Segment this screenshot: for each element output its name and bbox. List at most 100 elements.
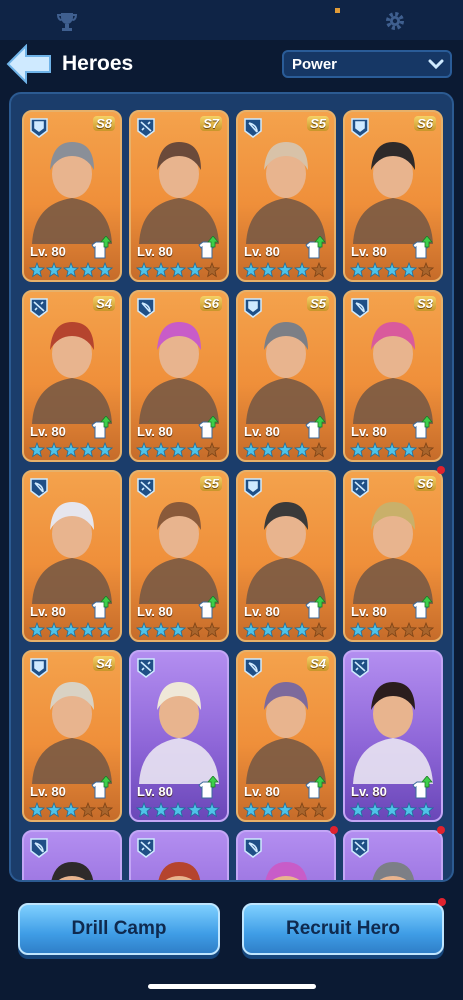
equipment-upgrade-icon[interactable] — [302, 416, 326, 440]
equipment-upgrade-icon[interactable] — [88, 776, 112, 800]
drill-camp-button[interactable]: Drill Camp — [18, 903, 220, 955]
sword-class-icon — [137, 118, 155, 138]
hero-grade-badge: S7 — [200, 116, 222, 131]
star-filled-icon — [384, 802, 400, 818]
hero-card[interactable]: S3 Lv. 80 — [343, 290, 443, 462]
star-filled-icon — [243, 622, 259, 638]
trophy-icon[interactable] — [56, 10, 78, 32]
hero-notification-dot — [437, 466, 445, 474]
equipment-upgrade-icon[interactable] — [302, 776, 326, 800]
star-filled-icon — [46, 442, 62, 458]
gear-icon[interactable] — [384, 10, 406, 32]
hero-card[interactable]: S4 Lv. 80 — [22, 650, 122, 822]
equipment-upgrade-icon[interactable] — [409, 596, 433, 620]
sword-class-icon — [137, 478, 155, 498]
hero-card[interactable]: S4 Lv. 80 — [236, 650, 336, 822]
star-filled-icon — [46, 622, 62, 638]
hero-card[interactable]: Lv. 80 — [236, 470, 336, 642]
star-filled-icon — [260, 262, 276, 278]
bow-class-icon — [244, 838, 262, 858]
hero-card[interactable]: S6 Lv. 80 — [129, 290, 229, 462]
star-filled-icon — [350, 442, 366, 458]
hero-card[interactable]: S8 Lv. 80 — [22, 110, 122, 282]
star-filled-icon — [46, 262, 62, 278]
sword-class-icon — [137, 838, 155, 858]
equipment-upgrade-icon[interactable] — [302, 236, 326, 260]
equipment-upgrade-icon[interactable] — [195, 416, 219, 440]
star-empty-icon — [311, 622, 327, 638]
hero-card[interactable]: S5 Lv. 80 — [236, 110, 336, 282]
star-filled-icon — [277, 622, 293, 638]
star-rating — [29, 802, 117, 818]
star-filled-icon — [367, 622, 383, 638]
star-filled-icon — [187, 442, 203, 458]
bow-class-icon — [30, 478, 48, 498]
shield-class-icon — [30, 658, 48, 678]
star-empty-icon — [80, 802, 96, 818]
hero-card[interactable]: S6 Lv. 80 — [343, 110, 443, 282]
star-rating — [136, 442, 224, 458]
hero-card[interactable] — [129, 830, 229, 880]
star-filled-icon — [384, 262, 400, 278]
equipment-upgrade-icon[interactable] — [88, 416, 112, 440]
sword-class-icon — [351, 658, 369, 678]
hero-grade-badge: S4 — [93, 656, 115, 671]
star-filled-icon — [367, 262, 383, 278]
hero-level: Lv. 80 — [30, 784, 66, 799]
hero-card[interactable] — [22, 830, 122, 880]
hero-grade-badge: S6 — [414, 476, 436, 491]
equipment-upgrade-icon[interactable] — [409, 776, 433, 800]
hero-level: Lv. 80 — [244, 784, 280, 799]
sword-class-icon — [351, 838, 369, 858]
star-filled-icon — [350, 802, 366, 818]
hero-level: Lv. 80 — [244, 604, 280, 619]
star-rating — [29, 622, 117, 638]
hero-card[interactable]: S6 Lv. 80 — [343, 470, 443, 642]
hero-card[interactable] — [343, 830, 443, 880]
shield-class-icon — [351, 118, 369, 138]
star-filled-icon — [277, 802, 293, 818]
equipment-upgrade-icon[interactable] — [409, 236, 433, 260]
recruit-hero-button[interactable]: Recruit Hero — [242, 903, 444, 955]
hero-level: Lv. 80 — [351, 604, 387, 619]
header: Heroes Power — [0, 40, 463, 92]
hero-card[interactable]: S4 Lv. 80 — [22, 290, 122, 462]
star-filled-icon — [136, 622, 152, 638]
star-filled-icon — [170, 262, 186, 278]
back-arrow-icon[interactable] — [6, 44, 52, 84]
equipment-upgrade-icon[interactable] — [88, 236, 112, 260]
star-filled-icon — [260, 622, 276, 638]
star-filled-icon — [97, 622, 113, 638]
hero-list-panel: S8 Lv. 80 S7 Lv. 80 S5 Lv. 80 S6 Lv. 80 S4 Lv. 80… — [9, 92, 454, 882]
hero-grade-badge: S4 — [307, 656, 329, 671]
equipment-upgrade-icon[interactable] — [195, 236, 219, 260]
equipment-upgrade-icon[interactable] — [302, 596, 326, 620]
bow-class-icon — [244, 118, 262, 138]
bow-class-icon — [137, 298, 155, 318]
hero-card[interactable]: S5 Lv. 80 — [129, 470, 229, 642]
equipment-upgrade-icon[interactable] — [88, 596, 112, 620]
hero-card[interactable] — [236, 830, 336, 880]
hero-card[interactable]: S7 Lv. 80 — [129, 110, 229, 282]
hero-card[interactable]: Lv. 80 — [343, 650, 443, 822]
sword-class-icon — [137, 658, 155, 678]
star-filled-icon — [153, 262, 169, 278]
star-rating — [350, 262, 438, 278]
star-filled-icon — [63, 622, 79, 638]
hero-grade-badge: S3 — [414, 296, 436, 311]
equipment-upgrade-icon[interactable] — [409, 416, 433, 440]
star-filled-icon — [260, 802, 276, 818]
star-filled-icon — [63, 442, 79, 458]
equipment-upgrade-icon[interactable] — [195, 596, 219, 620]
star-filled-icon — [187, 802, 203, 818]
equipment-upgrade-icon[interactable] — [195, 776, 219, 800]
star-empty-icon — [418, 442, 434, 458]
hero-card[interactable]: S5 Lv. 80 — [236, 290, 336, 462]
hero-notification-dot — [437, 826, 445, 834]
star-filled-icon — [350, 622, 366, 638]
hero-card[interactable]: Lv. 80 — [22, 470, 122, 642]
star-rating — [350, 802, 438, 818]
hero-card[interactable]: Lv. 80 — [129, 650, 229, 822]
star-filled-icon — [63, 262, 79, 278]
sort-dropdown[interactable]: Power — [282, 50, 452, 78]
